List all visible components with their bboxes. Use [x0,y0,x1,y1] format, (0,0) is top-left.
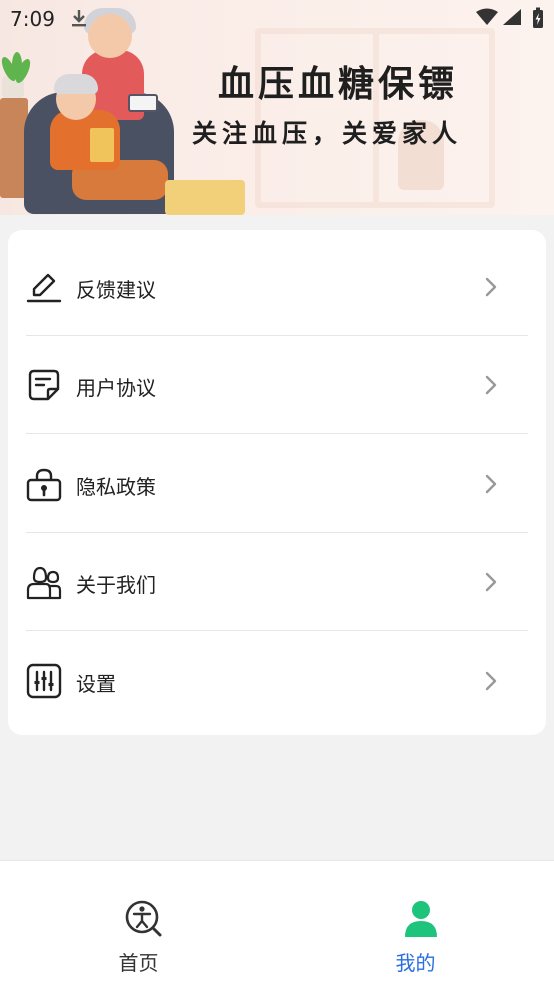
menu-item-privacy-policy[interactable]: 隐私政策 [8,435,546,533]
people-icon [26,566,62,600]
blood-pressure-monitor-illustration [128,94,158,112]
pencil-icon [26,273,62,303]
menu-item-label: 设置 [76,672,116,696]
divider [26,630,528,631]
status-time: 7:09 [10,7,55,31]
chevron-right-icon [485,474,497,494]
tab-mine[interactable]: 我的 [277,861,554,984]
home-accessibility-icon [125,900,162,937]
settings-menu-card: 反馈建议 用户协议 隐私政策 关于我们 设置 [8,230,546,735]
menu-item-label: 用户协议 [76,376,156,400]
lock-icon [26,468,62,502]
menu-item-label: 反馈建议 [76,278,156,302]
stool-illustration [165,180,245,215]
menu-item-feedback[interactable]: 反馈建议 [8,238,546,336]
menu-item-about-us[interactable]: 关于我们 [8,533,546,631]
chevron-right-icon [485,572,497,592]
document-icon [28,369,60,401]
person-icon [405,901,437,937]
book-illustration [90,128,114,162]
chevron-right-icon [485,375,497,395]
bottom-navigation: 首页 我的 [0,860,554,984]
menu-item-settings[interactable]: 设置 [8,632,546,730]
banner-title: 血压血糖保镖 [218,64,459,105]
tab-home-label: 首页 [118,951,159,975]
menu-item-label: 隐私政策 [76,475,156,499]
status-bar: 7:09 [0,0,554,36]
banner-subtitle: 关注血压，关爱家人 [192,119,463,148]
tab-mine-label: 我的 [395,951,436,975]
download-icon [72,10,86,27]
divider [26,433,528,434]
chevron-right-icon [485,277,497,297]
tab-home[interactable]: 首页 [0,861,277,984]
wifi-icon [476,8,498,25]
chevron-right-icon [485,671,497,691]
battery-charging-icon [533,7,543,28]
sliders-icon [26,663,62,699]
menu-item-label: 关于我们 [76,573,156,597]
signal-icon [503,9,521,25]
menu-item-user-agreement[interactable]: 用户协议 [8,336,546,434]
man-hair-illustration [54,74,98,94]
